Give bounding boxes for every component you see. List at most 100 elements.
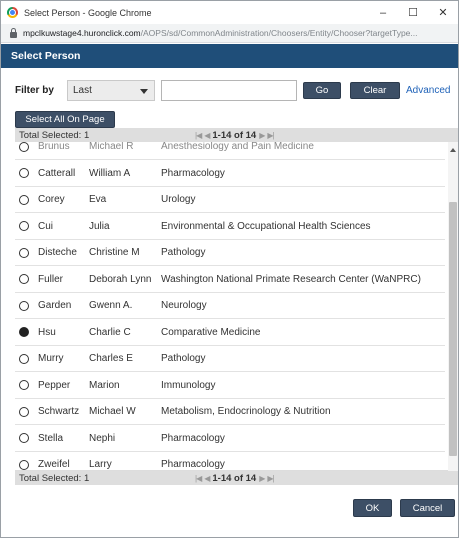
pager-top: |◀ ◀ 1-14 of 14 ▶ ▶| — [195, 129, 275, 141]
person-radio[interactable] — [19, 433, 29, 443]
total-selected-bar-bottom: Total Selected: 1 |◀ ◀ 1-14 of 14 ▶ ▶| — [15, 471, 458, 485]
address-bar[interactable]: mpclkuwstage4.huronclick.com/AOPS/sd/Com… — [1, 24, 458, 43]
person-department: Pharmacology — [161, 459, 225, 470]
person-first-name: Michael W — [89, 406, 136, 417]
person-radio[interactable] — [19, 327, 29, 337]
person-first-name: Deborah Lynn — [89, 273, 152, 285]
person-radio[interactable] — [19, 274, 29, 284]
person-first-name: Nephi — [89, 432, 116, 444]
person-row[interactable]: Hsu Charlie C Comparative Medicine — [15, 320, 445, 346]
person-row[interactable]: Corey Eva Urology — [15, 187, 445, 213]
filter-input[interactable] — [161, 80, 297, 101]
person-last-name: Hsu — [38, 326, 56, 338]
person-list: Brunus Michael R Anesthesiology and Pain M… — [15, 142, 458, 471]
person-radio[interactable] — [19, 142, 29, 152]
filter-by-label: Filter by — [15, 85, 54, 96]
person-last-name: Pepper — [38, 379, 71, 391]
total-selected-bar-top: Total Selected: 1 |◀ ◀ 1-14 of 14 ▶ ▶| — [15, 128, 458, 142]
total-selected-label: Total Selected: 1 — [19, 472, 90, 484]
person-last-name: Catterall — [38, 167, 76, 179]
person-radio[interactable] — [19, 247, 29, 258]
list-scrollbar[interactable] — [448, 142, 458, 471]
person-radio[interactable] — [19, 300, 29, 311]
person-radio[interactable] — [19, 353, 29, 364]
person-row[interactable]: Murry Charles E Pathology — [15, 346, 445, 372]
person-department: Environmental & Occupational Health Scie… — [161, 220, 371, 232]
scroll-thumb[interactable] — [449, 202, 457, 456]
chevron-down-icon — [140, 89, 148, 94]
person-radio[interactable] — [19, 406, 29, 417]
pager-range: 1-14 of 14 — [212, 472, 257, 484]
cancel-button[interactable]: Cancel — [400, 499, 455, 517]
pager-range: 1-14 of 14 — [212, 129, 257, 141]
person-first-name: Marion — [89, 379, 120, 391]
chrome-popup-window: Select Person - Google Chrome – ☐ ✕ mpcl… — [0, 0, 459, 538]
person-first-name: Christine M — [89, 247, 140, 258]
total-selected-label: Total Selected: 1 — [19, 129, 90, 141]
person-last-name: Schwartz — [38, 406, 80, 417]
url-host: mpclkuwstage4.huronclick.com — [23, 28, 141, 38]
clear-button[interactable]: Clear — [350, 82, 400, 99]
person-row[interactable]: Zweifel Larry Pharmacology — [15, 452, 445, 470]
person-department: Metabolism, Endocrinology & Nutrition — [161, 406, 331, 417]
first-page-icon[interactable]: |◀ — [195, 131, 202, 140]
person-radio[interactable] — [19, 168, 29, 178]
person-row[interactable]: Stella Nephi Pharmacology — [15, 426, 445, 452]
person-last-name: Zweifel — [38, 459, 70, 470]
minimize-button[interactable]: – — [368, 1, 398, 24]
go-button[interactable]: Go — [303, 82, 341, 99]
person-first-name: Charles E — [89, 353, 133, 364]
window-controls: – ☐ ✕ — [368, 1, 458, 24]
window-titlebar: Select Person - Google Chrome – ☐ ✕ — [1, 1, 458, 24]
person-first-name: William A — [89, 167, 131, 179]
person-department: Immunology — [161, 379, 216, 391]
person-row[interactable]: Pepper Marion Immunology — [15, 373, 445, 399]
filter-field-select[interactable]: Last — [67, 80, 155, 101]
last-page-icon[interactable]: ▶| — [267, 131, 274, 140]
person-first-name: Larry — [89, 459, 112, 470]
person-last-name: Fuller — [38, 273, 64, 285]
person-radio[interactable] — [19, 459, 29, 470]
last-page-icon[interactable]: ▶| — [267, 474, 274, 483]
person-last-name: Garden — [38, 300, 72, 311]
prev-page-icon[interactable]: ◀ — [204, 131, 210, 140]
prev-page-icon[interactable]: ◀ — [204, 474, 210, 483]
person-department: Urology — [161, 194, 196, 205]
person-first-name: Eva — [89, 194, 107, 205]
person-last-name: Corey — [38, 194, 65, 205]
ok-button[interactable]: OK — [353, 499, 392, 517]
person-last-name: Disteche — [38, 247, 77, 258]
close-button[interactable]: ✕ — [428, 1, 458, 24]
maximize-button[interactable]: ☐ — [398, 1, 428, 24]
select-all-on-page-button[interactable]: Select All On Page — [15, 111, 115, 128]
filter-select-value: Last — [73, 85, 92, 96]
person-department: Pharmacology — [161, 167, 225, 179]
person-row[interactable]: Disteche Christine M Pathology — [15, 240, 445, 266]
scroll-up-icon[interactable] — [450, 148, 456, 152]
person-radio[interactable] — [19, 194, 29, 205]
person-department: Washington National Primate Research Cen… — [161, 273, 421, 285]
person-row[interactable]: Catterall William A Pharmacology — [15, 161, 445, 187]
next-page-icon[interactable]: ▶ — [259, 474, 265, 483]
person-row[interactable]: Fuller Deborah Lynn Washington National Pr… — [15, 267, 445, 293]
person-row[interactable]: Cui Julia Environmental & Occupational Hea… — [15, 214, 445, 240]
url-path: /AOPS/sd/CommonAdministration/Choosers/E… — [140, 28, 418, 38]
person-first-name: Charlie C — [89, 326, 131, 338]
person-row[interactable]: Schwartz Michael W Metabolism, Endocrinolo… — [15, 399, 445, 425]
lock-icon — [10, 27, 17, 38]
person-department: Pathology — [161, 247, 206, 258]
person-department: Comparative Medicine — [161, 326, 261, 338]
person-last-name: Brunus — [38, 142, 70, 152]
person-radio[interactable] — [19, 221, 29, 231]
advanced-link[interactable]: Advanced — [406, 85, 450, 96]
first-page-icon[interactable]: |◀ — [195, 474, 202, 483]
chrome-logo-icon — [7, 7, 18, 18]
person-last-name: Cui — [38, 220, 54, 232]
person-first-name: Michael R — [89, 142, 134, 152]
person-row[interactable]: Brunus Michael R Anesthesiology and Pain M… — [15, 142, 445, 160]
person-radio[interactable] — [19, 380, 29, 390]
pager-bottom: |◀ ◀ 1-14 of 14 ▶ ▶| — [195, 472, 275, 484]
person-department: Pathology — [161, 353, 206, 364]
person-row[interactable]: Garden Gwenn A. Neurology — [15, 293, 445, 319]
next-page-icon[interactable]: ▶ — [259, 131, 265, 140]
